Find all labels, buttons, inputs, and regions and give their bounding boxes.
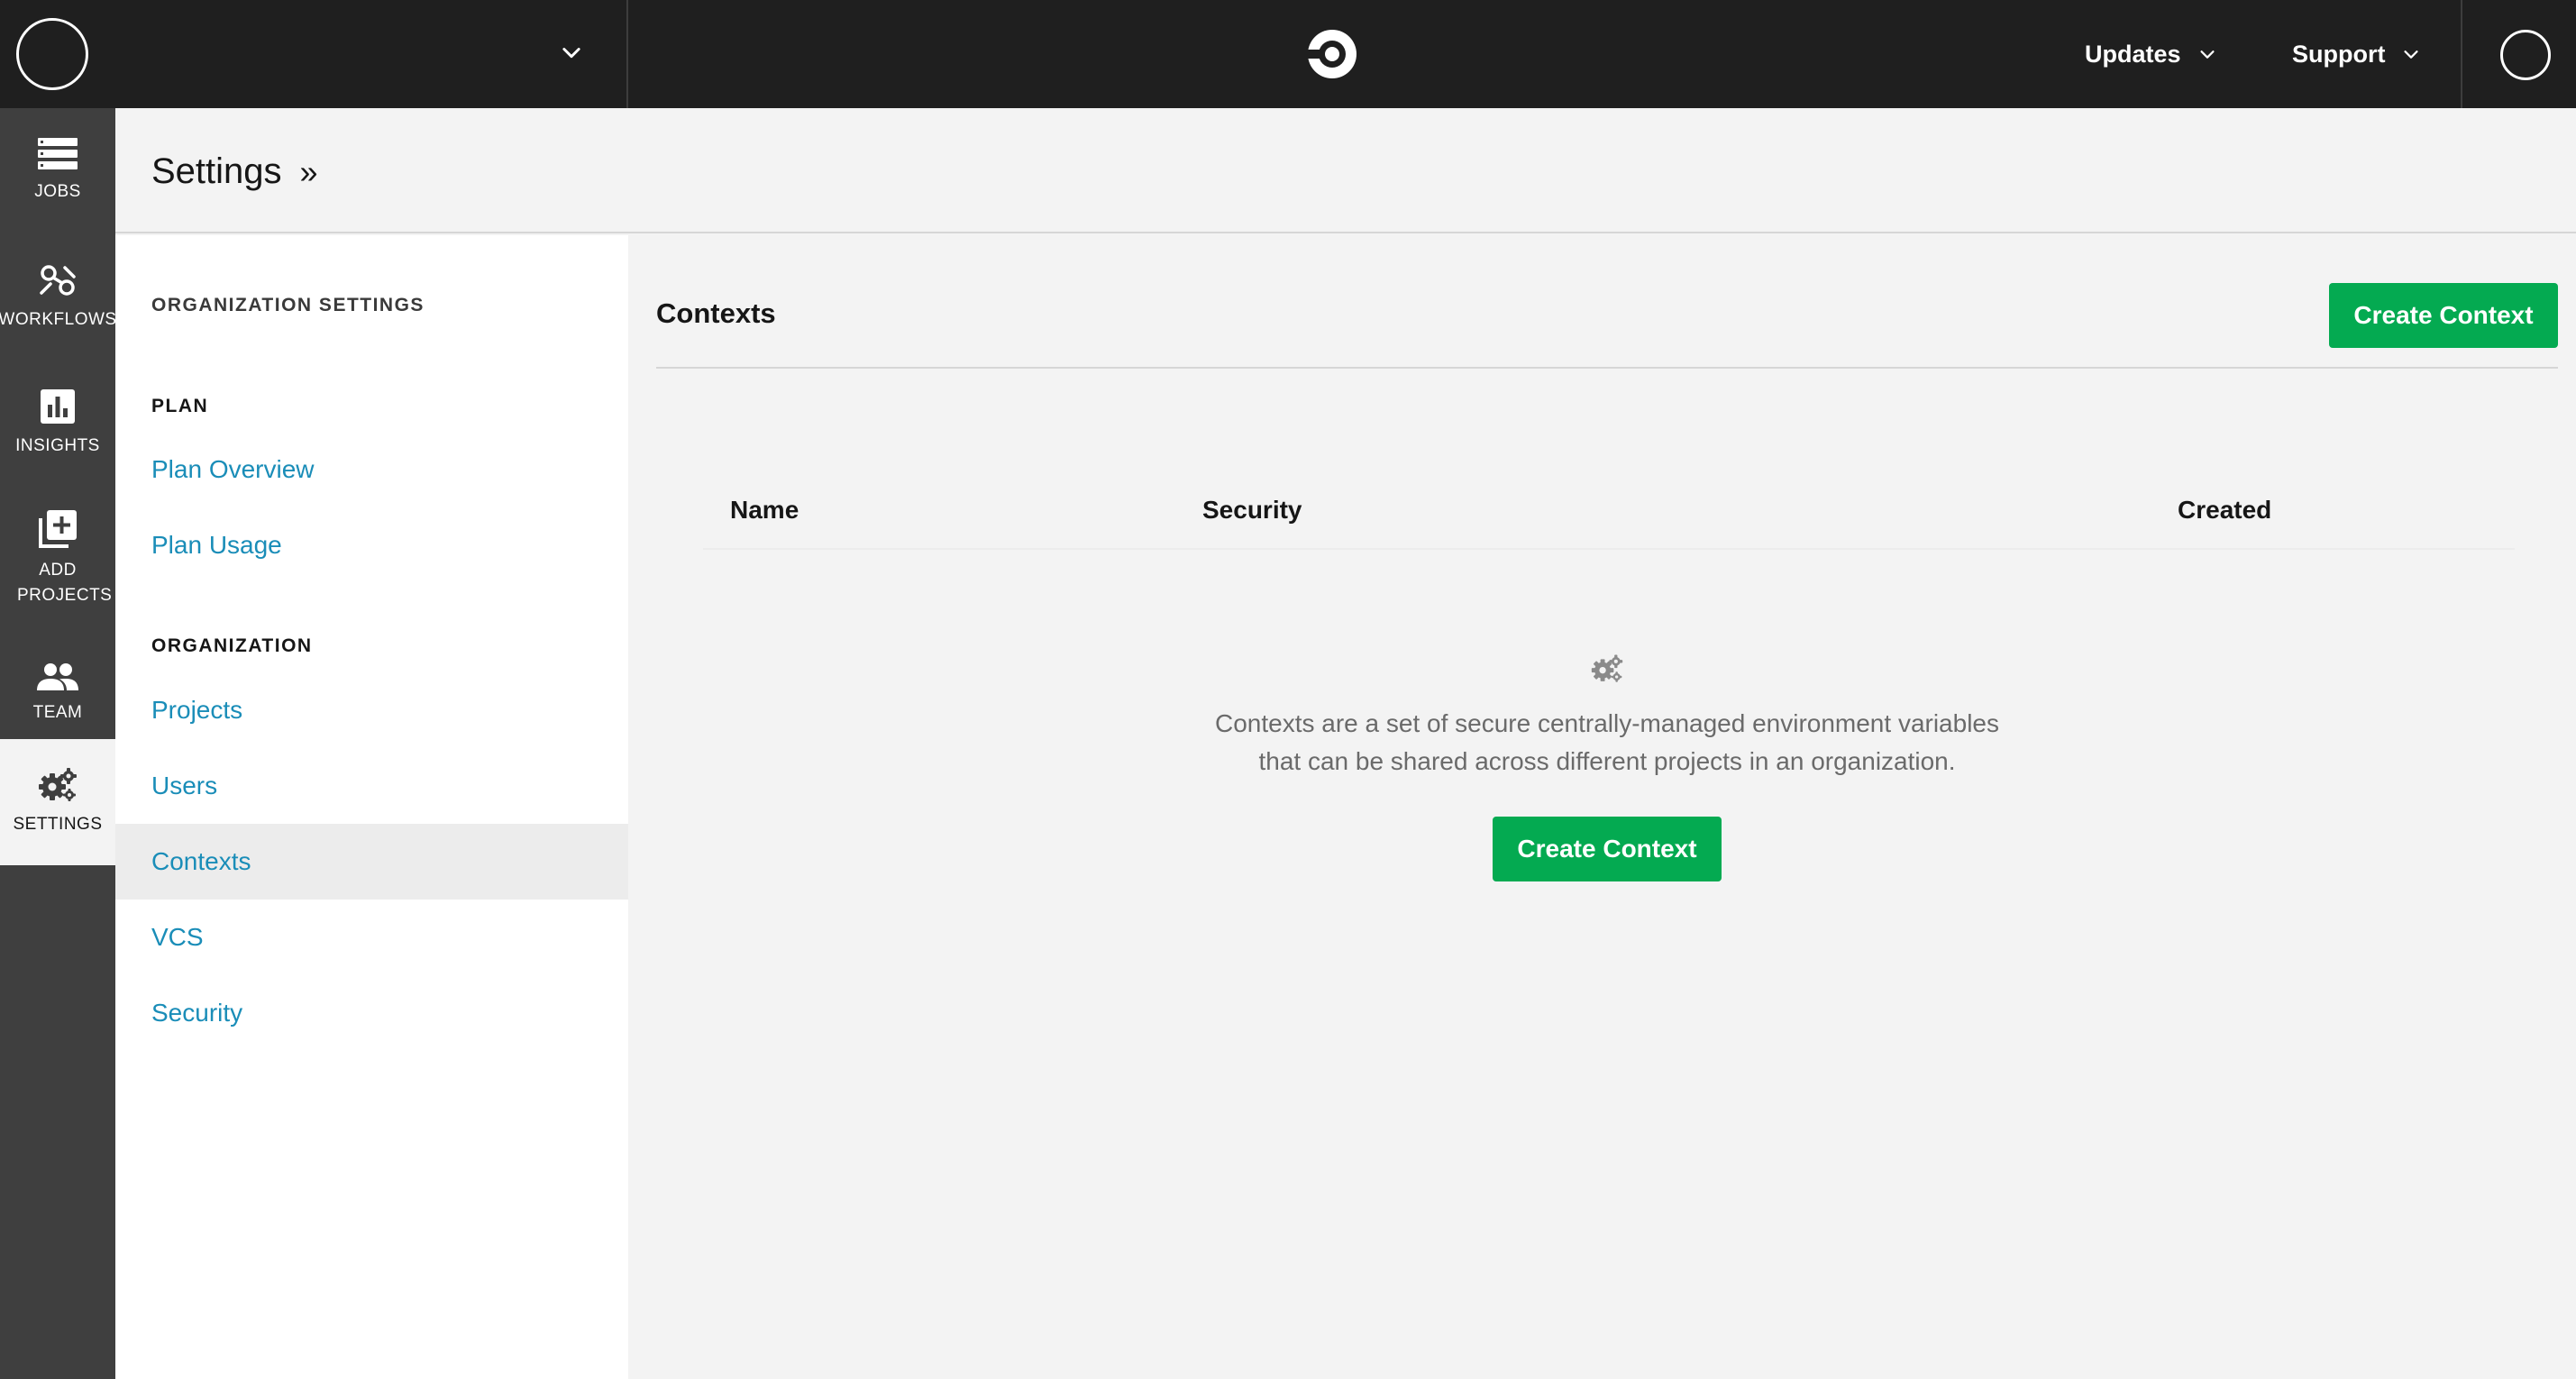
empty-state-line-2: that can be shared across different proj… <box>1258 747 1956 775</box>
empty-state-line-1: Contexts are a set of secure centrally-m… <box>1215 709 1999 737</box>
org-settings-heading: ORGANIZATION SETTINGS <box>151 295 425 315</box>
top-bar: Updates Support <box>0 0 2576 108</box>
jobs-icon <box>38 138 78 169</box>
column-security: Security <box>1202 496 1302 524</box>
nav-item-settings[interactable]: SETTINGS <box>0 739 115 865</box>
page-header: Settings » <box>115 108 2576 233</box>
user-avatar[interactable] <box>2500 30 2551 80</box>
add-projects-icon <box>39 510 77 548</box>
user-menu[interactable] <box>2461 0 2576 108</box>
nav-label: WORKFLOWS <box>0 310 117 329</box>
contexts-table-header: Name Security Created <box>703 478 2515 550</box>
column-created: Created <box>2178 496 2272 524</box>
settings-sidebar: ORGANIZATION SETTINGS PLAN Plan Overview… <box>115 235 628 1379</box>
nav-item-team[interactable]: TEAM <box>0 631 115 757</box>
page-title: Contexts <box>656 297 776 329</box>
nav-item-jobs[interactable]: JOBS <box>0 108 115 234</box>
chevron-down-icon[interactable] <box>559 40 584 65</box>
nav-item-add-projects[interactable]: ADD PROJECTS <box>0 487 115 631</box>
org-avatar[interactable] <box>16 18 88 90</box>
breadcrumb-separator: » <box>299 152 318 190</box>
support-menu[interactable]: Support <box>2292 0 2421 108</box>
plan-heading: PLAN <box>151 396 209 416</box>
nav-label: TEAM <box>32 703 83 722</box>
nav-item-insights[interactable]: INSIGHTS <box>0 361 115 487</box>
title-divider <box>656 367 2558 369</box>
sidebar-item-vcs[interactable]: VCS <box>115 900 628 975</box>
organization-heading: ORGANIZATION <box>151 635 313 656</box>
gear-icon <box>1591 654 1623 682</box>
sidebar-item-users[interactable]: Users <box>115 748 628 824</box>
sidebar-item-contexts[interactable]: Contexts <box>115 824 628 900</box>
column-name: Name <box>730 496 799 524</box>
nav-label: JOBS <box>34 182 81 201</box>
org-switcher[interactable] <box>0 0 628 108</box>
support-label: Support <box>2292 40 2386 68</box>
sidebar-item-security[interactable]: Security <box>115 975 628 1051</box>
workflows-icon <box>40 265 76 296</box>
sidebar-item-projects[interactable]: Projects <box>115 672 628 748</box>
chevron-down-icon <box>2404 50 2419 59</box>
nav-item-workflows[interactable]: WORKFLOWS <box>0 234 117 361</box>
sidebar-item-plan-usage[interactable]: Plan Usage <box>115 507 628 583</box>
team-icon <box>37 663 78 690</box>
create-context-button[interactable]: Create Context <box>2329 283 2558 348</box>
breadcrumb-settings[interactable]: Settings <box>151 151 282 192</box>
updates-label: Updates <box>2085 40 2181 68</box>
empty-state-description: Contexts are a set of secure centrally-m… <box>1156 705 2058 781</box>
empty-state-create-context-button[interactable]: Create Context <box>1493 817 1722 881</box>
nav-label: INSIGHTS <box>15 436 100 455</box>
insights-icon <box>41 389 75 424</box>
gear-icon <box>39 768 77 801</box>
sidebar-item-plan-overview[interactable]: Plan Overview <box>115 432 628 507</box>
nav-label: SETTINGS <box>13 815 103 834</box>
breadcrumb: Settings » <box>151 151 318 192</box>
chevron-down-icon <box>2199 50 2215 59</box>
left-nav: JOBS WORKFLOWS INSIGHTS ADD PROJECTS TEA… <box>0 108 117 1379</box>
nav-label: ADD PROJECTS <box>17 561 113 605</box>
circleci-logo-icon[interactable] <box>1303 25 1361 83</box>
updates-menu[interactable]: Updates <box>2085 0 2217 108</box>
